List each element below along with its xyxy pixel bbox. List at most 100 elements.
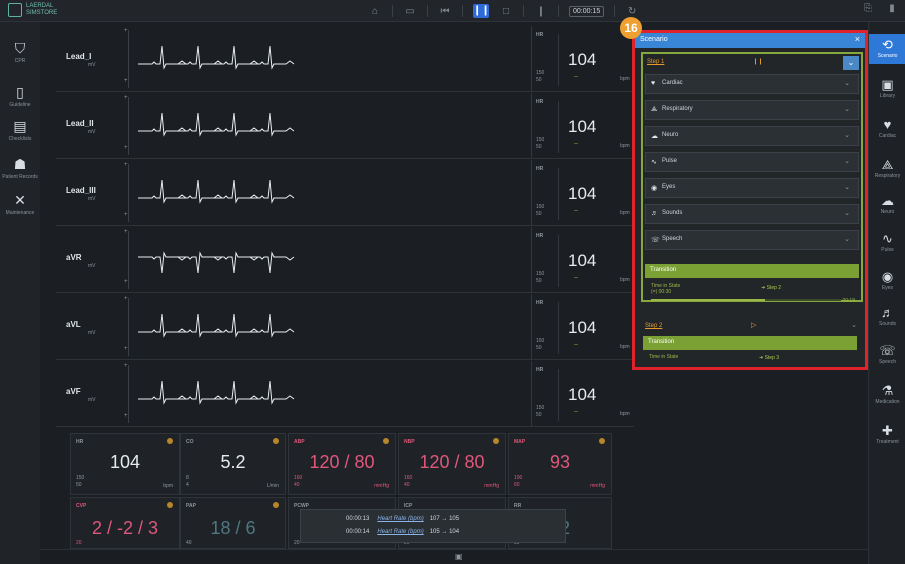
lead-unit: mV: [88, 330, 96, 336]
hr-vital-box[interactable]: HR 150 50 104 -- bpm: [531, 26, 634, 92]
respiratory-icon: ⟁: [881, 157, 894, 172]
lead-unit: mV: [88, 62, 96, 68]
right-sidebar: ⟲ Scenario ▣ Library ♥ Cardiac ⟁ Respiratory ☁ Ne…: [868, 22, 905, 564]
nav-sounds[interactable]: ♬ Sounds: [869, 302, 905, 332]
nav-library[interactable]: ▣ Library: [869, 74, 905, 104]
step-2-link[interactable]: Step 2: [645, 323, 662, 329]
stop-button[interactable]: □: [499, 6, 513, 17]
tile-hr[interactable]: HR 104 150 50 bpm: [70, 433, 180, 495]
transition-progress: [651, 299, 841, 301]
step-1-card: Step 1 ❙❙ ⌄ ♥ Cardiac ⌄ ⟁ Respiratory ⌄ ☁ Neuro…: [641, 52, 863, 304]
nav-eyes[interactable]: ◉ Eyes: [869, 266, 905, 296]
chevron-down-icon[interactable]: ⌄: [844, 131, 850, 139]
next-step-link[interactable]: ➜ Step 2: [761, 285, 781, 291]
nav-neuro[interactable]: ☁ Neuro: [869, 190, 905, 220]
sounds-icon: ♬: [881, 305, 894, 320]
nav-checklists[interactable]: ▤ Checklists: [0, 118, 40, 142]
ecg-row: + + aVR mV HR 150 50 104 -- bpm: [56, 227, 634, 293]
scenario-icon: ⟲: [882, 37, 893, 52]
step-2-card: Step 2 ▷ ⌄ Transition Time in State ➜ St…: [643, 321, 857, 361]
pulse-icon: ∿: [651, 159, 657, 166]
tile-co[interactable]: CO 5.2 8 4 L/min: [180, 433, 286, 495]
category-cardiac[interactable]: ♥ Cardiac ⌄: [645, 74, 859, 94]
transition-bar[interactable]: Transition: [645, 264, 859, 278]
alarm-indicator-icon: [167, 502, 173, 508]
patient-records-icon: ☗: [13, 156, 27, 172]
category-eyes[interactable]: ◉ Eyes ⌄: [645, 178, 859, 198]
nav-cpr[interactable]: ⛉ CPR: [0, 40, 40, 64]
chevron-down-icon[interactable]: ⌄: [851, 321, 857, 329]
alarm-indicator-icon: [273, 502, 279, 508]
eyes-icon: ◉: [651, 185, 658, 192]
hr-vital-box[interactable]: HR 150 50 104 -- bpm: [531, 93, 634, 159]
category-speech[interactable]: ☏ Speech ⌄: [645, 230, 859, 250]
hr-vital-box[interactable]: HR 150 50 104 -- bpm: [531, 361, 634, 427]
hr-vital-box[interactable]: HR 150 50 104 -- bpm: [531, 294, 634, 360]
nav-pulse[interactable]: ∿ Pulse: [869, 228, 905, 258]
app-logo-icon: [8, 3, 22, 17]
tile-pap[interactable]: PAP 18 / 6 40: [180, 497, 286, 549]
save-icon[interactable]: ▭: [403, 6, 417, 17]
alarm-indicator-icon: [599, 438, 605, 444]
tile-abp[interactable]: ABP 120 / 80 160 40 mmHg: [288, 433, 396, 495]
home-icon[interactable]: ⌂: [368, 6, 382, 17]
lead-unit: mV: [88, 129, 96, 135]
chevron-down-icon[interactable]: ⌄: [844, 235, 850, 243]
chevron-down-icon[interactable]: ⌄: [844, 209, 850, 217]
ecg-waveform: [138, 251, 295, 274]
pause-icon[interactable]: ❙❙: [753, 58, 763, 65]
skip-back-icon[interactable]: ⏮: [438, 6, 452, 17]
event-log-popup: 00:00:13 Heart Rate (bpm) 107 → 105 00:00:…: [300, 509, 566, 543]
chevron-down-icon[interactable]: ⌄: [844, 157, 850, 165]
transition-bar[interactable]: Transition: [643, 336, 857, 350]
nav-treatment[interactable]: ✚ Treatment: [869, 420, 905, 450]
chevron-down-icon[interactable]: ⌄: [844, 79, 850, 87]
ecg-waveform: [138, 179, 295, 204]
nav-cardiac[interactable]: ♥ Cardiac: [869, 114, 905, 144]
nav-speech[interactable]: ☏ Speech: [869, 340, 905, 370]
nav-maintenance[interactable]: ✕ Maintenance: [0, 192, 40, 216]
event-link[interactable]: Heart Rate (bpm): [377, 529, 423, 535]
scenario-title: Scenario: [640, 36, 668, 43]
tile-nbp[interactable]: NBP 120 / 80 160 40 mmHg: [398, 433, 506, 495]
refresh-icon[interactable]: ↻: [625, 6, 639, 17]
menu-icon[interactable]: ▮: [885, 3, 899, 14]
respiratory-icon: ⟁: [651, 106, 658, 113]
ecg-row: + + aVF mV HR 150 50 104 -- bpm: [56, 361, 634, 427]
left-sidebar: ⛉ CPR ▯ Guideline ▤ Checklists ☗ Patient…: [0, 22, 40, 564]
category-pulse[interactable]: ∿ Pulse ⌄: [645, 152, 859, 172]
category-neuro[interactable]: ☁ Neuro ⌄: [645, 126, 859, 146]
collapse-step-button[interactable]: ⌄: [843, 56, 859, 70]
hr-vital-box[interactable]: HR 150 50 104 -- bpm: [531, 160, 634, 226]
mark-event-icon[interactable]: ❙: [534, 6, 548, 17]
next-step-link[interactable]: ➜ Step 3: [759, 355, 779, 361]
cardiac-icon: ♥: [651, 80, 656, 87]
log-icon[interactable]: ▣: [455, 552, 463, 561]
hr-vital-box[interactable]: HR 150 50 104 -- bpm: [531, 227, 634, 293]
alarm-indicator-icon: [167, 438, 173, 444]
ecg-waveform: [138, 313, 295, 338]
session-timer: 00:00:15: [569, 5, 605, 17]
nav-guideline[interactable]: ▯ Guideline: [0, 84, 40, 108]
nav-patient-records[interactable]: ☗ Patient Records: [0, 156, 40, 180]
export-icon[interactable]: ⎘: [861, 3, 875, 14]
nav-medication[interactable]: ⚗ Medication: [869, 380, 905, 410]
tile-cvp[interactable]: CVP 2 / -2 / 3 20: [70, 497, 180, 549]
play-icon[interactable]: ▷: [751, 321, 756, 329]
event-link[interactable]: Heart Rate (bpm): [377, 516, 423, 522]
category-sounds[interactable]: ♬ Sounds ⌄: [645, 204, 859, 224]
close-icon[interactable]: ×: [855, 34, 860, 44]
pause-button[interactable]: ❙❙: [473, 4, 490, 18]
ecg-row: + + Lead_III mV HR 150 50 104 -- bpm: [56, 160, 634, 226]
step-1-link[interactable]: Step 1: [647, 59, 664, 65]
tile-map[interactable]: MAP 93 100 60 mmHg: [508, 433, 612, 495]
chevron-down-icon[interactable]: ⌄: [844, 183, 850, 191]
nav-respiratory[interactable]: ⟁ Respiratory: [869, 154, 905, 184]
neuro-icon: ☁: [881, 193, 894, 208]
lead-label: Lead_I: [66, 52, 92, 61]
category-respiratory[interactable]: ⟁ Respiratory ⌄: [645, 100, 859, 120]
chevron-down-icon[interactable]: ⌄: [844, 105, 850, 113]
step-1-header: Step 1 ❙❙ ⌄: [643, 54, 861, 72]
nav-scenario[interactable]: ⟲ Scenario: [869, 34, 905, 64]
ecg-waveform: [138, 112, 295, 137]
